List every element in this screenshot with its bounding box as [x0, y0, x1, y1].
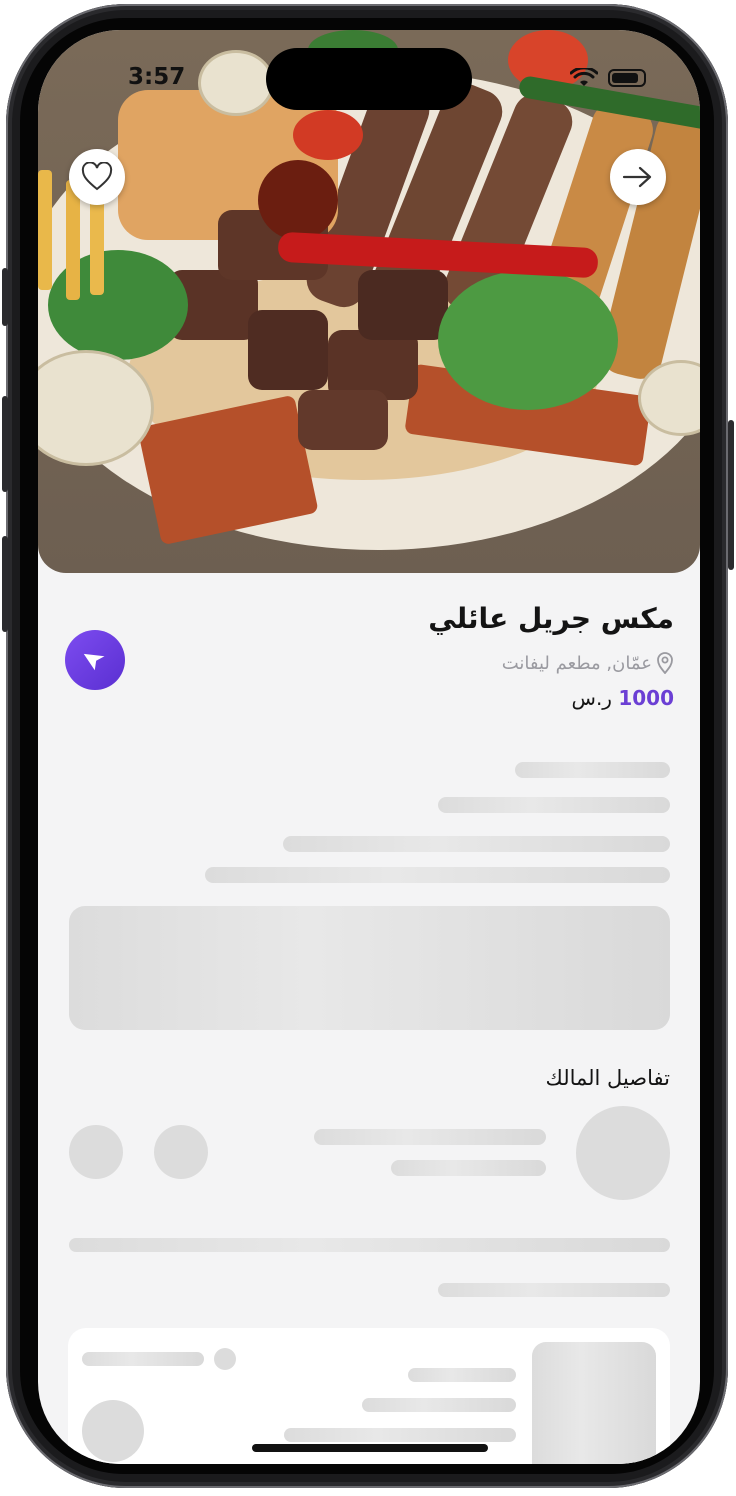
skeleton-line	[69, 1238, 670, 1252]
volume-down-button	[2, 536, 8, 632]
action-button	[2, 268, 8, 326]
navigation-icon	[83, 653, 105, 671]
forward-button[interactable]	[610, 149, 666, 205]
app-screen: 3:57 مكس جريل عائلي عمّان, مطعم ليفانت 1…	[38, 30, 700, 1464]
dish-photo	[38, 30, 700, 573]
card-image-skeleton	[532, 1342, 656, 1464]
price-currency: ر.س	[571, 686, 612, 710]
skeleton-line	[205, 867, 670, 883]
navigate-button[interactable]	[65, 630, 125, 690]
home-indicator	[252, 1444, 488, 1452]
listing-price: 1000 ر.س	[572, 686, 674, 710]
arrow-right-icon	[622, 166, 652, 188]
location-text: عمّان, مطعم ليفانت	[501, 652, 652, 674]
skeleton-line	[362, 1398, 516, 1412]
skeleton-line	[314, 1129, 546, 1145]
power-button	[728, 420, 734, 570]
wifi-icon	[570, 68, 598, 86]
skeleton-block	[69, 906, 670, 1030]
listing-location: عمّان, مطعم ليفانت	[502, 652, 674, 674]
owner-action-skeleton	[69, 1125, 123, 1179]
status-icons	[570, 68, 646, 88]
skeleton-line	[408, 1368, 516, 1382]
skeleton-line	[438, 797, 670, 813]
skeleton-line	[515, 762, 670, 778]
owner-avatar-skeleton	[576, 1106, 670, 1200]
skeleton-line	[391, 1160, 546, 1176]
owner-action-skeleton	[154, 1125, 208, 1179]
map-pin-icon	[657, 652, 673, 674]
heart-icon	[81, 162, 113, 191]
skeleton-line	[283, 836, 670, 852]
dynamic-island	[266, 48, 472, 110]
owner-section-title: تفاصيل المالك	[545, 1066, 670, 1090]
skeleton-line	[438, 1283, 670, 1297]
favorite-button[interactable]	[69, 149, 125, 205]
price-value: 1000	[618, 686, 674, 710]
skeleton-line	[284, 1428, 516, 1442]
skeleton-dot	[214, 1348, 236, 1370]
card-avatar-skeleton	[82, 1400, 144, 1462]
status-time: 3:57	[128, 64, 186, 90]
battery-icon	[608, 69, 646, 87]
volume-up-button	[2, 396, 8, 492]
listing-title: مكس جريل عائلي	[428, 602, 674, 635]
skeleton-line	[82, 1352, 204, 1366]
